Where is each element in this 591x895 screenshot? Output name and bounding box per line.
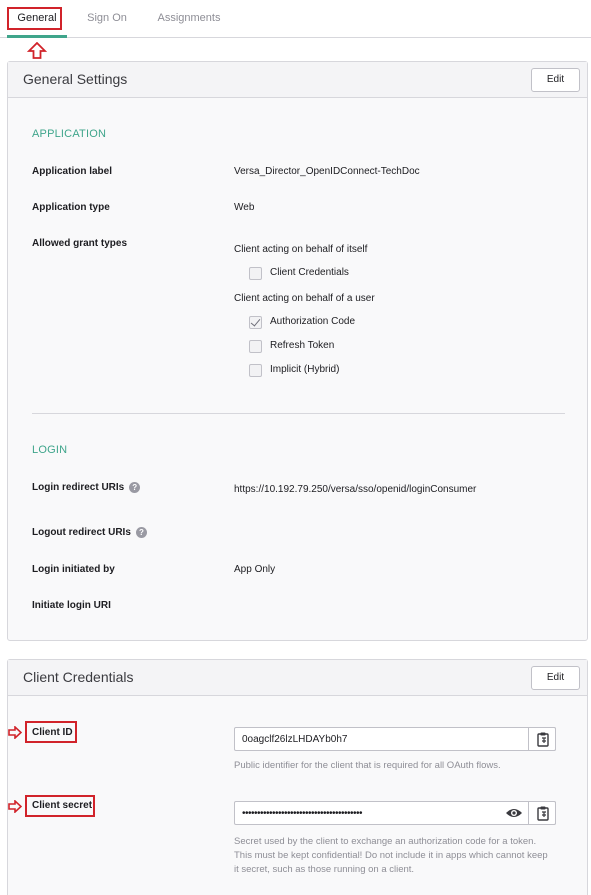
- active-tab-indicator: [7, 35, 67, 38]
- client-secret-input[interactable]: [235, 802, 500, 824]
- client-credentials-title: Client Credentials: [23, 669, 134, 685]
- application-type-label: Application type: [32, 202, 110, 213]
- login-initiated-by-value: App Only: [234, 564, 276, 575]
- help-icon[interactable]: ?: [135, 527, 147, 538]
- login-redirect-uris-row: Login redirect URIs?: [32, 482, 141, 494]
- clipboard-icon: [537, 806, 549, 821]
- tab-bar: General Sign On Assignments: [0, 0, 591, 38]
- login-redirect-uris-label: Login redirect URIs: [32, 482, 125, 494]
- general-settings-title: General Settings: [23, 71, 128, 87]
- client-credentials-header: Client Credentials Edit: [8, 660, 587, 696]
- copy-client-secret-button[interactable]: [528, 801, 556, 825]
- section-divider: [32, 413, 565, 414]
- edit-credentials-button[interactable]: Edit: [531, 666, 580, 690]
- copy-client-id-button[interactable]: [528, 727, 556, 751]
- initiate-login-uri-label: Initiate login URI: [32, 600, 111, 611]
- edit-general-button[interactable]: Edit: [531, 68, 580, 92]
- application-section-title: APPLICATION: [32, 128, 107, 140]
- clipboard-icon: [537, 732, 549, 747]
- implicit-hybrid-checkbox[interactable]: [249, 364, 262, 377]
- client-secret-field: [234, 801, 556, 825]
- client-credentials-checkbox[interactable]: [249, 267, 262, 280]
- general-settings-panel: General Settings Edit APPLICATION Applic…: [7, 61, 588, 641]
- client-id-label: Client ID: [32, 727, 73, 738]
- client-id-field: [234, 727, 556, 751]
- client-secret-label: Client secret: [32, 800, 93, 811]
- tab-sign-on[interactable]: Sign On: [80, 0, 134, 38]
- login-section-title: LOGIN: [32, 444, 68, 456]
- logout-redirect-uris-label: Logout redirect URIs: [32, 527, 131, 539]
- behalf-user-label: Client acting on behalf of a user: [234, 293, 375, 304]
- login-initiated-by-label: Login initiated by: [32, 564, 115, 575]
- refresh-token-label: Refresh Token: [270, 340, 335, 351]
- application-type-value: Web: [234, 202, 255, 213]
- authorization-code-checkbox[interactable]: [249, 316, 262, 329]
- right-arrow-icon: [8, 800, 22, 813]
- up-arrow-icon: [27, 42, 47, 59]
- client-id-input[interactable]: [235, 728, 528, 750]
- help-icon[interactable]: ?: [129, 482, 141, 493]
- general-settings-header: General Settings Edit: [8, 62, 587, 98]
- grant-types-label: Allowed grant types: [32, 238, 128, 249]
- client-credentials-label: Client Credentials: [270, 267, 349, 278]
- client-id-help: Public identifier for the client that is…: [234, 760, 501, 771]
- behalf-itself-label: Client acting on behalf of itself: [234, 244, 368, 255]
- authorization-code-label: Authorization Code: [270, 316, 356, 327]
- application-label-label: Application label: [32, 166, 113, 177]
- client-credentials-panel: Client Credentials Edit Client ID Public…: [7, 659, 588, 895]
- tab-assignments[interactable]: Assignments: [150, 0, 228, 38]
- login-redirect-uris-value: https://10.192.79.250/versa/sso/openid/l…: [234, 484, 477, 495]
- right-arrow-icon: [8, 726, 22, 739]
- eye-icon: [506, 809, 522, 817]
- refresh-token-checkbox[interactable]: [249, 340, 262, 353]
- tab-general[interactable]: General: [7, 0, 67, 38]
- logout-redirect-uris-row: Logout redirect URIs?: [32, 527, 147, 538]
- client-secret-help: Secret used by the client to exchange an…: [234, 836, 548, 875]
- implicit-hybrid-label: Implicit (Hybrid): [270, 364, 340, 375]
- application-label-value: Versa_Director_OpenIDConnect-TechDoc: [234, 166, 420, 177]
- reveal-secret-button[interactable]: [503, 804, 525, 822]
